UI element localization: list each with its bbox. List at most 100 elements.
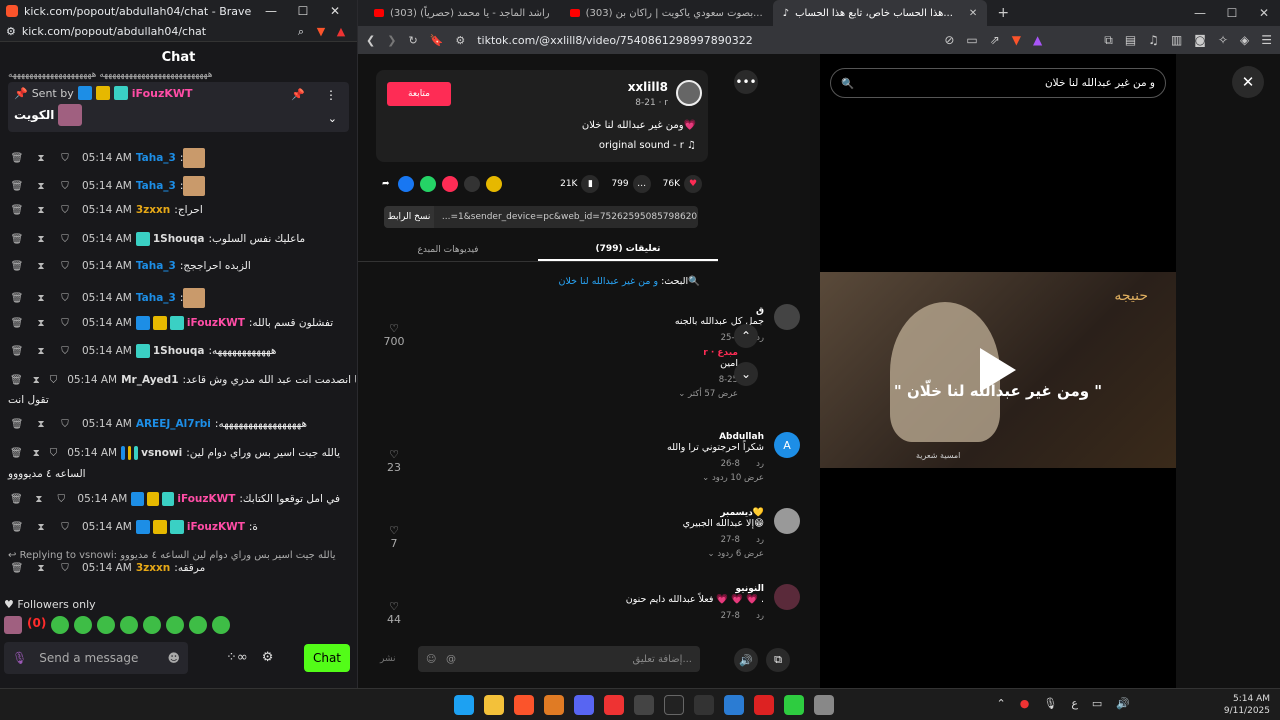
message-username[interactable]: iFouzKWT bbox=[187, 317, 245, 329]
tab-comments[interactable]: تعليقات (799) bbox=[538, 238, 718, 261]
tab-0[interactable]: (303) راشد الماجد - يا محمد (حصرياً) bbox=[364, 0, 560, 26]
rewards-icon[interactable]: ▲ bbox=[331, 25, 351, 38]
comment-author[interactable]: ديسمبر💛 bbox=[464, 508, 764, 518]
maximize-button[interactable]: ☐ bbox=[1216, 6, 1248, 20]
delete-icon[interactable]: 🗑 bbox=[10, 181, 24, 192]
reader-icon[interactable]: ▤ bbox=[1125, 33, 1136, 47]
delete-icon[interactable]: 🗑 bbox=[10, 293, 24, 304]
language-indicator[interactable]: ع bbox=[1071, 697, 1078, 710]
rewards-icon[interactable]: ▲ bbox=[1033, 33, 1042, 47]
reply-author[interactable]: r · مبدع bbox=[703, 348, 738, 358]
emote-3[interactable] bbox=[97, 616, 116, 634]
timeout-icon[interactable]: ⧗ bbox=[34, 419, 48, 430]
network-icon[interactable]: ▭ bbox=[1092, 697, 1102, 710]
cast-icon[interactable]: ▭ bbox=[966, 33, 977, 47]
more-share-icon[interactable] bbox=[485, 176, 502, 192]
minimize-button[interactable]: — bbox=[1184, 6, 1216, 20]
shield-icon[interactable]: ⛉ bbox=[58, 153, 72, 164]
delete-icon[interactable]: 🗑 bbox=[10, 261, 24, 272]
new-tab-button[interactable]: + bbox=[997, 5, 1009, 21]
delete-icon[interactable]: 🗑 bbox=[10, 563, 24, 574]
delete-icon[interactable]: 🗑 bbox=[10, 375, 23, 386]
file-explorer-icon[interactable] bbox=[484, 695, 504, 715]
bookmark-icon[interactable]: 🔖 bbox=[430, 34, 444, 47]
mic-icon[interactable]: 🎙 bbox=[12, 651, 27, 665]
chat-input[interactable]: 🎙 Send a message ☻ bbox=[4, 642, 188, 674]
message-username[interactable]: 3zxxn bbox=[136, 204, 170, 216]
infinity-icon[interactable]: ⁘∞ bbox=[226, 650, 248, 665]
add-comment-input[interactable]: ☺ @ إضافة تعليق... bbox=[418, 646, 700, 672]
emote-6[interactable] bbox=[166, 616, 185, 634]
timeout-icon[interactable]: ⧗ bbox=[34, 153, 48, 164]
timeout-icon[interactable]: ⧗ bbox=[34, 346, 48, 357]
url-field[interactable]: tiktok.com/@xxlill8/video/75408612989978… bbox=[477, 34, 932, 47]
app-next-icon[interactable] bbox=[664, 695, 684, 715]
shield-icon[interactable]: ⛉ bbox=[58, 205, 72, 216]
message-username[interactable]: iFouzKWT bbox=[187, 521, 245, 533]
link-text[interactable]: ...=1&sender_device=pc&web_id=7526259508… bbox=[434, 212, 698, 222]
shield-icon[interactable]: ⛉ bbox=[58, 261, 72, 272]
delete-icon[interactable]: 🗑 bbox=[10, 234, 24, 245]
app-a-icon[interactable] bbox=[544, 695, 564, 715]
follow-button[interactable]: متابعة bbox=[387, 82, 451, 106]
minimize-button[interactable]: — bbox=[255, 4, 287, 18]
emote-avatar[interactable] bbox=[4, 616, 22, 634]
facebook-icon[interactable] bbox=[397, 176, 414, 192]
tray-chevron-icon[interactable]: ⌃ bbox=[997, 697, 1006, 710]
post-button[interactable]: نشر bbox=[380, 654, 396, 664]
tab-2[interactable]: ♪ هذا الحساب خاص، تابع هذا الحساب... ✕ bbox=[772, 0, 988, 26]
delete-icon[interactable]: 🗑 bbox=[10, 205, 24, 216]
delete-icon[interactable]: 🗑 bbox=[10, 153, 24, 164]
emote-1[interactable] bbox=[51, 616, 70, 634]
whatsapp-icon[interactable] bbox=[419, 176, 436, 192]
close-icon[interactable]: ✕ bbox=[1232, 66, 1264, 98]
timeout-icon[interactable]: ⧗ bbox=[34, 234, 48, 245]
timeout-icon[interactable]: ⧗ bbox=[34, 181, 48, 192]
volume-tray-icon[interactable]: 🔊 bbox=[1116, 697, 1130, 710]
timeout-icon[interactable]: ⧗ bbox=[34, 205, 48, 216]
more-icon[interactable]: ••• bbox=[734, 70, 758, 94]
comment-like[interactable]: ♡ 700 bbox=[382, 322, 406, 348]
author-avatar[interactable] bbox=[676, 80, 702, 106]
emote-5[interactable] bbox=[143, 616, 162, 634]
back-icon[interactable]: ❮ bbox=[366, 34, 375, 47]
message-username[interactable]: 1Shouqa bbox=[153, 233, 205, 245]
sound-link[interactable]: original sound - r ♫ bbox=[599, 140, 696, 151]
left-url[interactable]: kick.com/popout/abdullah04/chat bbox=[22, 25, 291, 38]
reload-icon[interactable]: ↻ bbox=[408, 34, 417, 47]
chevron-down-icon[interactable]: ⌄ bbox=[734, 362, 758, 386]
share-arrow-icon[interactable]: ➦ bbox=[382, 179, 390, 189]
view-more-replies[interactable]: عرض 57 أكثر bbox=[688, 389, 738, 399]
message-username[interactable]: Taha_3 bbox=[136, 152, 176, 164]
reply-link[interactable]: رد bbox=[756, 535, 764, 545]
vpn-icon[interactable]: ◈ bbox=[1240, 33, 1249, 47]
comment-like[interactable]: ♡ 23 bbox=[382, 448, 406, 474]
likes-stat[interactable]: 76K ♥ bbox=[663, 175, 702, 193]
search-query[interactable]: و من غير عبدالله لنا خلان bbox=[559, 276, 659, 287]
embed-icon[interactable] bbox=[463, 176, 480, 192]
comment-avatar[interactable] bbox=[774, 508, 800, 534]
ext-icon-1[interactable]: ⊘ bbox=[944, 33, 954, 47]
shield-icon[interactable]: ⛉ bbox=[50, 448, 58, 459]
message-username[interactable]: Taha_3 bbox=[136, 292, 176, 304]
share-icon[interactable]: ⇗ bbox=[990, 33, 1000, 47]
timeout-icon[interactable]: ⧗ bbox=[33, 448, 40, 459]
timeout-icon[interactable]: ⧗ bbox=[34, 522, 48, 533]
wallet-icon[interactable]: ◙ bbox=[1194, 33, 1206, 47]
settings-app-icon[interactable] bbox=[814, 695, 834, 715]
search-icon[interactable]: 🔍 bbox=[841, 77, 854, 90]
close-window-button[interactable]: ✕ bbox=[1248, 6, 1280, 20]
delete-icon[interactable]: 🗑 bbox=[10, 494, 23, 505]
leo-icon[interactable]: ✧ bbox=[1218, 33, 1228, 47]
message-username[interactable]: 3zxxn bbox=[136, 562, 170, 574]
shield-icon[interactable]: ⛉ bbox=[58, 181, 72, 192]
delete-icon[interactable]: 🗑 bbox=[10, 522, 24, 533]
pinned-sender[interactable]: iFouzKWT bbox=[132, 87, 193, 100]
video-player[interactable]: حنيجه " ومن غير عبدالله لنا خلّان " امسي… bbox=[820, 272, 1176, 468]
reply-link[interactable]: رد bbox=[756, 611, 764, 621]
comments-stat[interactable]: 799… bbox=[611, 175, 651, 193]
comment-avatar[interactable]: A bbox=[774, 432, 800, 458]
shield-icon[interactable]: ⛉ bbox=[58, 293, 72, 304]
app-red-icon[interactable] bbox=[604, 695, 624, 715]
brave-icon[interactable] bbox=[514, 695, 534, 715]
